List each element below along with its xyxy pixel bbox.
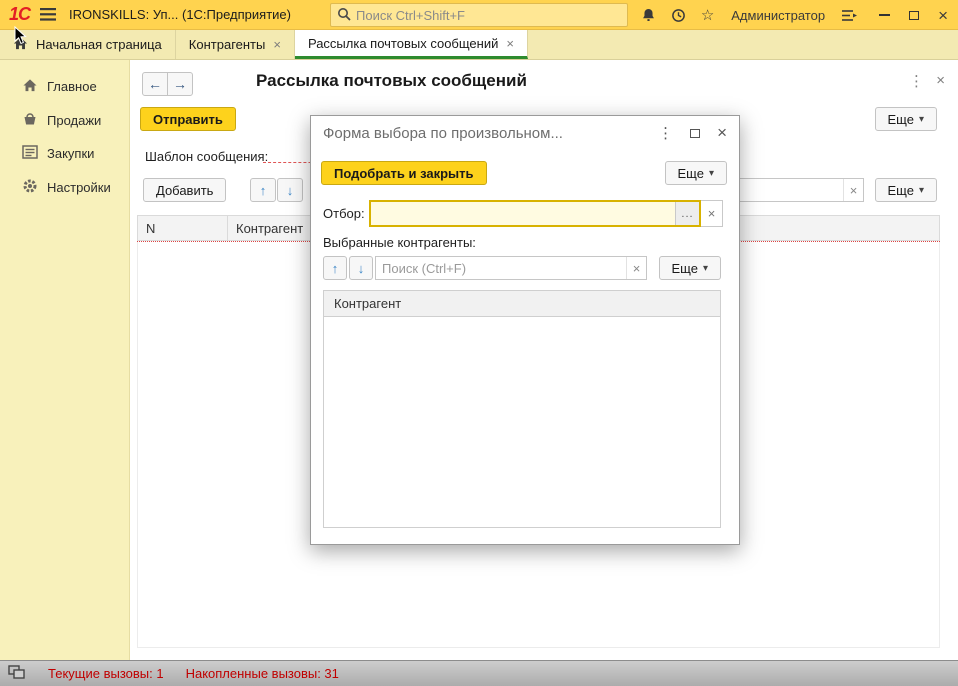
app-window: { "colors": { "titlebar_bg": "#ffd34f", … (0, 0, 958, 686)
basket-icon (22, 111, 38, 129)
dialog-title: Форма выбора по произвольном... (323, 125, 563, 142)
nav-forward-button[interactable]: → (167, 72, 193, 96)
pick-and-close-button[interactable]: Подобрать и закрыть (321, 161, 487, 185)
service-menu-icon[interactable] (842, 9, 858, 22)
accumulated-calls-status: Накопленные вызовы: 31 (186, 666, 339, 681)
sidebar-item-prodazhi[interactable]: Продажи (0, 103, 129, 137)
form-menu-dots-icon[interactable]: ⋮ (909, 72, 924, 90)
tab-close-icon[interactable]: × (273, 37, 281, 52)
nav-back-button[interactable]: ← (142, 72, 168, 96)
move-up-button[interactable]: ↑ (250, 178, 276, 202)
tabbar: Начальная страница Контрагенты × Рассылк… (0, 30, 958, 60)
dialog-close-icon[interactable]: × (717, 123, 727, 143)
dialog-search-field[interactable]: × (375, 256, 647, 280)
clear-search-icon[interactable]: × (626, 257, 646, 279)
window-minimize-icon[interactable] (879, 14, 890, 16)
more-button-top[interactable]: Еще▾ (875, 107, 937, 131)
dialog-search-input[interactable] (376, 261, 626, 276)
clear-search-icon[interactable]: × (843, 179, 863, 201)
statusbar: Текущие вызовы: 1 Накопленные вызовы: 31 (0, 660, 958, 686)
filter-label: Отбор: (323, 206, 365, 221)
1c-logo[interactable]: 1С (9, 4, 30, 25)
calls-monitor-icon (8, 665, 26, 683)
dialog-move-down-button[interactable]: ↓ (349, 256, 373, 280)
window-close-icon[interactable]: × (938, 7, 948, 24)
move-down-button[interactable]: ↓ (277, 178, 303, 202)
filter-field[interactable]: ... (369, 200, 701, 227)
add-button[interactable]: Добавить (143, 178, 226, 202)
tab-label: Начальная страница (36, 37, 162, 52)
filter-clear-icon[interactable]: × (701, 200, 723, 227)
app-title: IRONSKILLS: Уп... (1С:Предприятие) (69, 7, 291, 22)
sidebar-item-label: Закупки (47, 146, 94, 161)
chevron-down-icon: ▾ (919, 185, 924, 196)
dialog-more-button-list[interactable]: Еще▾ (659, 256, 721, 280)
current-calls-status: Текущие вызовы: 1 (48, 666, 164, 681)
send-button[interactable]: Отправить (140, 107, 236, 131)
chevron-down-icon: ▾ (703, 263, 708, 274)
dialog-maximize-icon[interactable] (690, 126, 700, 141)
tab-label: Рассылка почтовых сообщений (308, 36, 498, 51)
sidebar-item-zakupki[interactable]: Закупки (0, 137, 129, 170)
selected-kontragenty-label: Выбранные контрагенты: (323, 235, 476, 250)
filter-input[interactable] (371, 206, 675, 221)
window-maximize-icon[interactable] (909, 11, 919, 20)
more-button-list[interactable]: Еще▾ (875, 178, 937, 202)
dialog-table-header[interactable]: Контрагент (323, 290, 721, 317)
current-user[interactable]: Администратор (731, 8, 825, 23)
sidebar-item-nastroyki[interactable]: Настройки (0, 170, 129, 205)
tab-home[interactable]: Начальная страница (0, 30, 176, 59)
template-label: Шаблон сообщения: (145, 149, 268, 164)
titlebar-right-controls: ☆ Администратор × (641, 0, 948, 30)
section-sidebar: Главное Продажи Закупки Настройки (0, 60, 130, 660)
notifications-bell-icon[interactable] (641, 8, 656, 23)
titlebar: 1С IRONSKILLS: Уп... (1С:Предприятие) ☆ … (0, 0, 958, 30)
chevron-down-icon: ▾ (919, 114, 924, 125)
global-search-input[interactable] (356, 8, 621, 23)
form-close-icon[interactable]: × (936, 72, 945, 89)
selection-dialog: Форма выбора по произвольном... ⋮ × Подо… (310, 115, 740, 545)
tab-label: Контрагенты (189, 37, 266, 52)
favorites-star-icon[interactable]: ☆ (701, 8, 714, 23)
global-search[interactable] (330, 3, 628, 27)
dialog-menu-dots-icon[interactable]: ⋮ (658, 126, 673, 141)
home-icon (22, 78, 38, 95)
choose-ellipsis-button[interactable]: ... (675, 202, 699, 225)
column-header-n[interactable]: N (138, 216, 228, 240)
sidebar-item-glavnoe[interactable]: Главное (0, 70, 129, 103)
sidebar-item-label: Главное (47, 79, 97, 94)
dialog-move-up-button[interactable]: ↑ (323, 256, 347, 280)
chevron-down-icon: ▾ (709, 168, 714, 179)
tab-close-icon[interactable]: × (506, 36, 514, 51)
hamburger-menu-icon[interactable] (40, 8, 56, 21)
dialog-more-button-top[interactable]: Еще▾ (665, 161, 727, 185)
tab-kontragenty[interactable]: Контрагенты × (176, 30, 295, 59)
sidebar-item-label: Продажи (47, 113, 101, 128)
gear-icon (22, 178, 38, 197)
home-icon (13, 36, 28, 53)
list-icon (22, 145, 38, 162)
column-header-kontragent: Контрагент (334, 296, 401, 311)
history-clock-icon[interactable] (671, 8, 686, 23)
page-title: Рассылка почтовых сообщений (256, 71, 527, 91)
sidebar-item-label: Настройки (47, 180, 111, 195)
dialog-controls: ⋮ × (658, 123, 727, 143)
search-icon (337, 7, 351, 24)
tab-rassylka[interactable]: Рассылка почтовых сообщений × (295, 30, 528, 59)
dialog-table-body[interactable] (323, 316, 721, 528)
